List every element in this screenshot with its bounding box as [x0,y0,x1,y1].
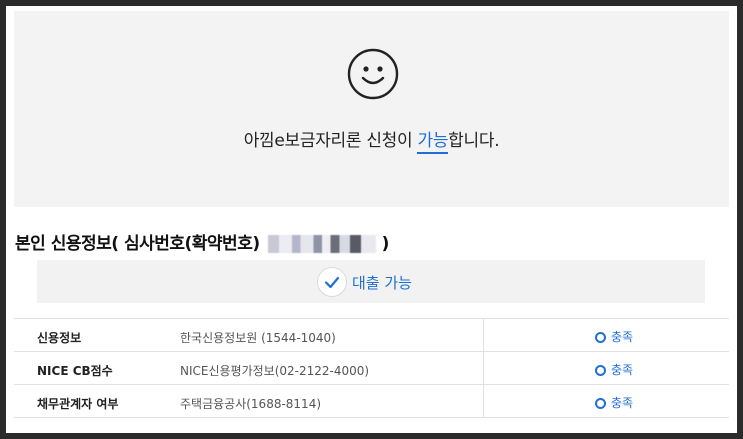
loan-status-label: 대출 가능 [352,274,412,292]
circle-icon [595,365,606,376]
row-label: NICE CB점수 [37,364,113,378]
check-icon [317,267,347,297]
row-result: 충족 [595,328,633,345]
column-divider [483,385,484,417]
row-result-text: 충족 [611,330,634,344]
circle-icon [595,398,606,409]
row-label: 신용정보 [37,331,82,345]
circle-icon [595,332,606,343]
table-row: 신용정보 한국신용정보원 (1544-1040) 충족 [14,319,729,352]
column-divider [483,319,484,351]
eligibility-message-post: 합니다. [448,131,500,151]
page-frame: 아낌e보금자리론 신청이 가능합니다. 본인 신용정보( 심사번호(확약번호))… [6,6,737,433]
credit-info-title-close: ) [381,234,390,254]
row-result: 충족 [595,394,633,411]
result-banner: 아낌e보금자리론 신청이 가능합니다. [14,11,729,207]
row-label: 채무관계자 여부 [37,397,119,411]
credit-info-title-text: 본인 신용정보( 심사번호(확약번호) [15,234,260,254]
row-result-text: 충족 [611,363,634,377]
loan-status-box: 대출 가능 [37,260,705,303]
smiley-icon [347,48,399,100]
row-result: 충족 [595,361,633,378]
redacted-review-number [267,235,376,253]
table-row: NICE CB점수 NICE신용평가정보(02-2122-4000) 충족 [14,352,729,385]
row-result-text: 충족 [611,396,634,410]
eligibility-message: 아낌e보금자리론 신청이 가능합니다. [14,126,729,154]
row-agency: NICE신용평가정보(02-2122-4000) [180,364,370,378]
row-agency: 한국신용정보원 (1544-1040) [180,331,336,345]
column-divider [483,352,484,384]
credit-check-table: 신용정보 한국신용정보원 (1544-1040) 충족 NICE CB점수 NI… [14,318,729,418]
table-row: 채무관계자 여부 주택금융공사(1688-8114) 충족 [14,385,729,418]
eligibility-highlight: 가능 [417,131,448,154]
credit-info-title: 본인 신용정보( 심사번호(확약번호)) [15,229,389,254]
row-agency: 주택금융공사(1688-8114) [180,397,322,411]
eligibility-message-pre: 아낌e보금자리론 신청이 [243,131,418,151]
